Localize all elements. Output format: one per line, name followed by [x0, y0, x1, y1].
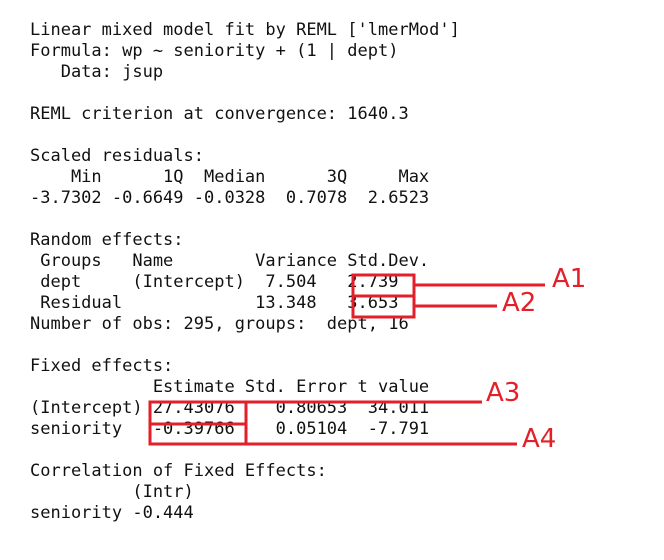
annotation-label-a4: A4: [522, 424, 556, 454]
scaled-residuals-labels: Min 1Q Median 3Q Max: [30, 167, 440, 187]
scaled-residuals-heading: Scaled residuals:: [30, 146, 204, 166]
fixed-effects-row-intercept: (Intercept) 27.43076 0.80653 34.011: [30, 398, 430, 418]
fixed-effects-row-seniority: seniority -0.39766 0.05104 -7.791: [30, 419, 430, 439]
number-of-obs-line: Number of obs: 295, groups: dept, 16: [30, 314, 409, 334]
scaled-residuals-values: -3.7302 -0.6649 -0.0328 0.7078 2.6523: [30, 188, 440, 208]
random-effects-heading: Random effects:: [30, 230, 184, 250]
formula-line: Formula: wp ~ seniority + (1 | dept): [30, 41, 399, 61]
model-title-line: Linear mixed model fit by REML ['lmerMod…: [30, 20, 460, 40]
data-line: Data: jsup: [30, 62, 164, 82]
correlation-heading: Correlation of Fixed Effects:: [30, 461, 327, 481]
reml-criterion-line: REML criterion at convergence: 1640.3: [30, 104, 409, 124]
random-effects-row-dept: dept (Intercept) 7.504 2.739: [30, 272, 430, 292]
r-console-output: Linear mixed model fit by REML ['lmerMod…: [30, 20, 460, 524]
random-effects-row-residual: Residual 13.348 3.653: [30, 293, 430, 313]
fixed-effects-heading: Fixed effects:: [30, 356, 174, 376]
annotation-label-a3: A3: [486, 378, 520, 408]
correlation-row-seniority: seniority -0.444: [30, 503, 194, 523]
fixed-effects-header-row: Estimate Std. Error t value: [30, 377, 430, 397]
annotation-label-a1: A1: [552, 264, 586, 294]
random-effects-header-row: Groups Name Variance Std.Dev.: [30, 251, 430, 271]
correlation-header-row: (Intr): [30, 482, 194, 502]
annotation-label-a2: A2: [502, 288, 536, 318]
